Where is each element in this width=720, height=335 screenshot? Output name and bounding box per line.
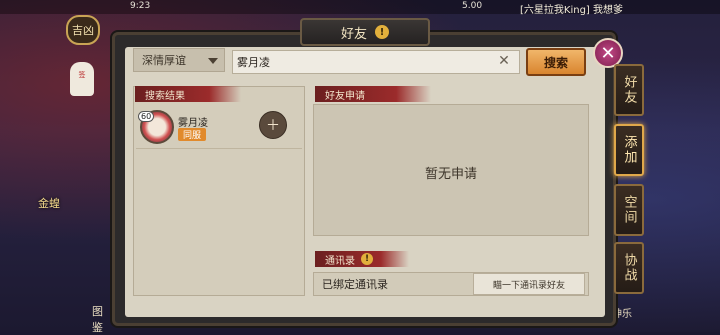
left-hud: 吉凶 签 金蝗 图鉴	[0, 0, 110, 335]
warning-icon: !	[361, 253, 373, 265]
empty-requests-text: 暂无申请	[424, 167, 477, 182]
dropdown-value: 深情厚谊	[142, 54, 186, 67]
tab-friends[interactable]: 好友	[614, 64, 644, 116]
tujian-label[interactable]: 图鉴	[92, 303, 110, 335]
clock: 9:23	[130, 1, 151, 11]
search-results-header: 搜索结果	[135, 86, 241, 102]
chevron-down-icon	[208, 58, 218, 64]
player-name: 雾月凌	[178, 118, 208, 129]
intimacy-dropdown[interactable]: 深情厚谊	[133, 48, 225, 72]
clear-icon[interactable]: ✕	[497, 54, 511, 68]
friend-requests-header: 好友申请	[315, 86, 431, 102]
chat-ticker: [六星拉我King] 我想爹	[520, 5, 624, 16]
search-button[interactable]: 搜索	[526, 48, 586, 76]
contacts-header: 通讯录 !	[315, 251, 409, 267]
tab-assist[interactable]: 协战	[614, 242, 644, 294]
contacts-bound-text: 已绑定通讯录	[322, 278, 388, 291]
view-contacts-button[interactable]: 瞄一下通讯录好友	[473, 273, 585, 295]
panel-title-text: 好友	[340, 26, 367, 42]
status-date: 5.00	[462, 1, 483, 11]
tab-space[interactable]: 空间	[614, 184, 644, 236]
add-friend-button[interactable]: ＋	[259, 111, 287, 139]
level-badge: 60	[138, 111, 155, 122]
warning-icon: !	[375, 25, 389, 39]
charm-icon[interactable]: 签	[70, 62, 94, 96]
tab-add[interactable]: 添加	[614, 124, 644, 176]
panel-title: 好友 !	[300, 18, 430, 46]
contacts-header-text: 通讯录	[325, 255, 355, 267]
same-server-tag: 同服	[178, 128, 207, 141]
jixiong-badge[interactable]: 吉凶	[66, 15, 100, 45]
search-input[interactable]	[232, 50, 520, 74]
gold-label[interactable]: 金蝗	[38, 195, 60, 211]
